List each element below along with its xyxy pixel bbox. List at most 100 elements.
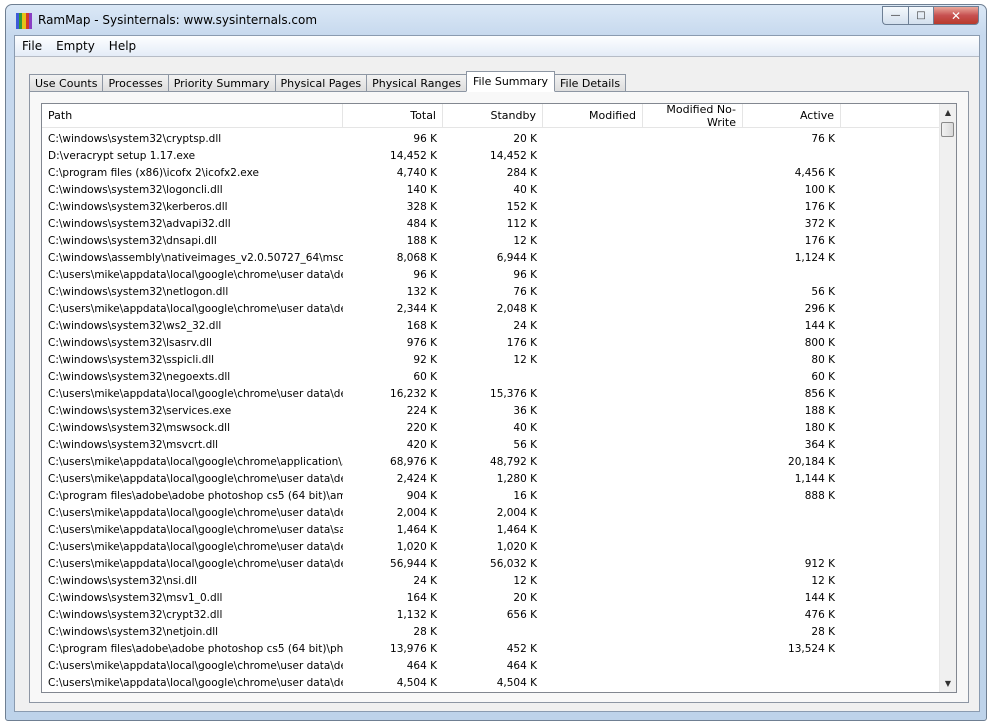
- cell-total: 420 K: [406, 438, 437, 451]
- table-row[interactable]: C:\users\mike\appdata\local\google\chrom…: [42, 521, 941, 538]
- scroll-up-arrow-icon[interactable]: ▲: [940, 104, 956, 121]
- table-row[interactable]: C:\windows\system32\crypt32.dll 1,132 K 65…: [42, 606, 941, 623]
- window-title: RamMap - Sysinternals: www.sysinternals.…: [38, 13, 318, 27]
- cell-active: 76 K: [811, 132, 835, 145]
- cell-standby: 6,944 K: [496, 251, 537, 264]
- cell-total: 328 K: [406, 200, 437, 213]
- cell-standby: 464 K: [506, 659, 537, 672]
- cell-path: C:\windows\system32\nsi.dll: [48, 574, 197, 587]
- tab-physical-ranges[interactable]: Physical Ranges: [366, 74, 467, 92]
- maximize-icon: □: [916, 10, 926, 21]
- table-row[interactable]: C:\windows\system32\kerberos.dll 328 K 152…: [42, 198, 941, 215]
- table-row[interactable]: D:\veracrypt setup 1.17.exe 14,452 K 14,45…: [42, 147, 941, 164]
- column-header-standby[interactable]: Standby: [443, 104, 543, 127]
- close-icon: ✕: [950, 8, 962, 23]
- table-row[interactable]: C:\users\mike\appdata\local\google\chrom…: [42, 657, 941, 674]
- menu-file[interactable]: File: [15, 39, 49, 53]
- close-button[interactable]: ✕: [933, 6, 979, 25]
- table-row[interactable]: C:\windows\system32\netlogon.dll 132 K 76 …: [42, 283, 941, 300]
- scroll-down-arrow-icon[interactable]: ▼: [940, 675, 956, 692]
- minimize-icon: —: [890, 10, 901, 21]
- cell-path: C:\users\mike\appdata\local\google\chrom…: [48, 659, 343, 672]
- rammap-app-icon[interactable]: [16, 13, 33, 29]
- cell-total: 976 K: [406, 336, 437, 349]
- maximize-button[interactable]: □: [908, 6, 933, 25]
- cell-active: 144 K: [804, 319, 835, 332]
- table-row[interactable]: C:\windows\system32\nsi.dll 24 K 12 K 12 K: [42, 572, 941, 589]
- table-row[interactable]: C:\program files\adobe\adobe photoshop c…: [42, 487, 941, 504]
- cell-standby: 96 K: [513, 268, 537, 281]
- cell-active: 28 K: [811, 625, 835, 638]
- column-header-path[interactable]: Path: [42, 104, 343, 127]
- column-header-active[interactable]: Active: [743, 104, 841, 127]
- table-row[interactable]: C:\windows\system32\logoncli.dll 140 K 40 …: [42, 181, 941, 198]
- cell-total: 220 K: [406, 421, 437, 434]
- tab-priority-summary[interactable]: Priority Summary: [167, 74, 276, 92]
- table-row[interactable]: C:\windows\assembly\nativeimages_v2.0.50…: [42, 249, 941, 266]
- menu-help[interactable]: Help: [102, 39, 143, 53]
- column-header-total[interactable]: Total: [343, 104, 443, 127]
- menu-empty[interactable]: Empty: [49, 39, 102, 53]
- file-summary-panel: Path Total Standby Modified Modified No-…: [29, 91, 969, 703]
- cell-path: C:\users\mike\appdata\local\google\chrom…: [48, 506, 343, 519]
- cell-total: 140 K: [406, 183, 437, 196]
- table-row[interactable]: C:\users\mike\appdata\local\google\chrom…: [42, 470, 941, 487]
- table-row[interactable]: C:\windows\system32\advapi32.dll 484 K 112…: [42, 215, 941, 232]
- table-row[interactable]: C:\windows\system32\netjoin.dll 28 K 28 K: [42, 623, 941, 640]
- table-row[interactable]: C:\windows\system32\msv1_0.dll 164 K 20 K 1…: [42, 589, 941, 606]
- table-row[interactable]: C:\windows\system32\cryptsp.dll 96 K 20 K 7…: [42, 130, 941, 147]
- cell-active: 372 K: [804, 217, 835, 230]
- table-row[interactable]: C:\users\mike\appdata\local\google\chrom…: [42, 300, 941, 317]
- cell-path: C:\windows\assembly\nativeimages_v2.0.50…: [48, 251, 343, 264]
- cell-path: C:\windows\system32\sspicli.dll: [48, 353, 215, 366]
- table-row[interactable]: C:\users\mike\appdata\local\google\chrom…: [42, 674, 941, 691]
- cell-active: 176 K: [804, 200, 835, 213]
- cell-path: C:\windows\system32\kerberos.dll: [48, 200, 228, 213]
- table-row[interactable]: C:\users\mike\appdata\local\google\chrom…: [42, 538, 941, 555]
- table-row[interactable]: C:\users\mike\appdata\local\google\chrom…: [42, 555, 941, 572]
- cell-path: C:\program files\adobe\adobe photoshop c…: [48, 489, 343, 502]
- title-bar[interactable]: RamMap - Sysinternals: www.sysinternals.…: [6, 5, 986, 36]
- table-row[interactable]: C:\windows\system32\lsasrv.dll 976 K 176 K…: [42, 334, 941, 351]
- cell-active: 476 K: [804, 608, 835, 621]
- cell-total: 484 K: [406, 217, 437, 230]
- file-summary-list[interactable]: Path Total Standby Modified Modified No-…: [41, 103, 957, 693]
- table-row[interactable]: C:\program files (x86)\icofx 2\icofx2.ex…: [42, 164, 941, 181]
- cell-path: C:\windows\system32\crypt32.dll: [48, 608, 223, 621]
- tab-file-details[interactable]: File Details: [554, 74, 627, 92]
- column-header-modified-no-write[interactable]: Modified No-Write: [643, 104, 743, 129]
- cell-path: C:\windows\system32\logoncli.dll: [48, 183, 223, 196]
- table-row[interactable]: C:\users\mike\appdata\local\google\chrom…: [42, 385, 941, 402]
- cell-total: 2,344 K: [396, 302, 437, 315]
- cell-active: 176 K: [804, 234, 835, 247]
- cell-standby: 36 K: [513, 404, 537, 417]
- table-row[interactable]: C:\windows\system32\services.exe 224 K 36 …: [42, 402, 941, 419]
- column-header-modified[interactable]: Modified: [543, 104, 643, 127]
- table-row[interactable]: C:\program files\adobe\adobe photoshop c…: [42, 640, 941, 657]
- cell-path: C:\users\mike\appdata\local\google\chrom…: [48, 268, 343, 281]
- cell-active: 20,184 K: [788, 455, 835, 468]
- table-row[interactable]: C:\windows\system32\negoexts.dll 60 K 60 K: [42, 368, 941, 385]
- cell-standby: 15,376 K: [490, 387, 537, 400]
- table-row[interactable]: C:\windows\system32\sspicli.dll 92 K 12 K 8…: [42, 351, 941, 368]
- table-row[interactable]: C:\windows\system32\msvcrt.dll 420 K 56 K 3…: [42, 436, 941, 453]
- table-row[interactable]: C:\users\mike\appdata\local\google\chrom…: [42, 266, 941, 283]
- table-row[interactable]: C:\windows\system32\mswsock.dll 220 K 40 K…: [42, 419, 941, 436]
- table-row[interactable]: C:\windows\system32\dnsapi.dll 188 K 12 K 1…: [42, 232, 941, 249]
- tab-use-counts[interactable]: Use Counts: [29, 74, 104, 92]
- minimize-button[interactable]: —: [882, 6, 908, 25]
- cell-total: 2,004 K: [396, 506, 437, 519]
- table-row[interactable]: C:\users\mike\appdata\local\google\chrom…: [42, 453, 941, 470]
- table-row[interactable]: C:\users\mike\appdata\local\google\chrom…: [42, 504, 941, 521]
- vertical-scrollbar[interactable]: ▲ ▼: [939, 104, 956, 692]
- tab-processes[interactable]: Processes: [102, 74, 169, 92]
- tab-file-summary[interactable]: File Summary: [465, 71, 556, 92]
- tab-physical-pages[interactable]: Physical Pages: [274, 74, 368, 92]
- cell-path: C:\windows\system32\dnsapi.dll: [48, 234, 217, 247]
- cell-standby: 12 K: [513, 353, 537, 366]
- scrollbar-thumb[interactable]: [941, 122, 954, 137]
- cell-standby: 4,504 K: [496, 676, 537, 689]
- table-row[interactable]: C:\windows\system32\ws2_32.dll 168 K 24 K 1…: [42, 317, 941, 334]
- cell-total: 8,068 K: [396, 251, 437, 264]
- cell-active: 364 K: [804, 438, 835, 451]
